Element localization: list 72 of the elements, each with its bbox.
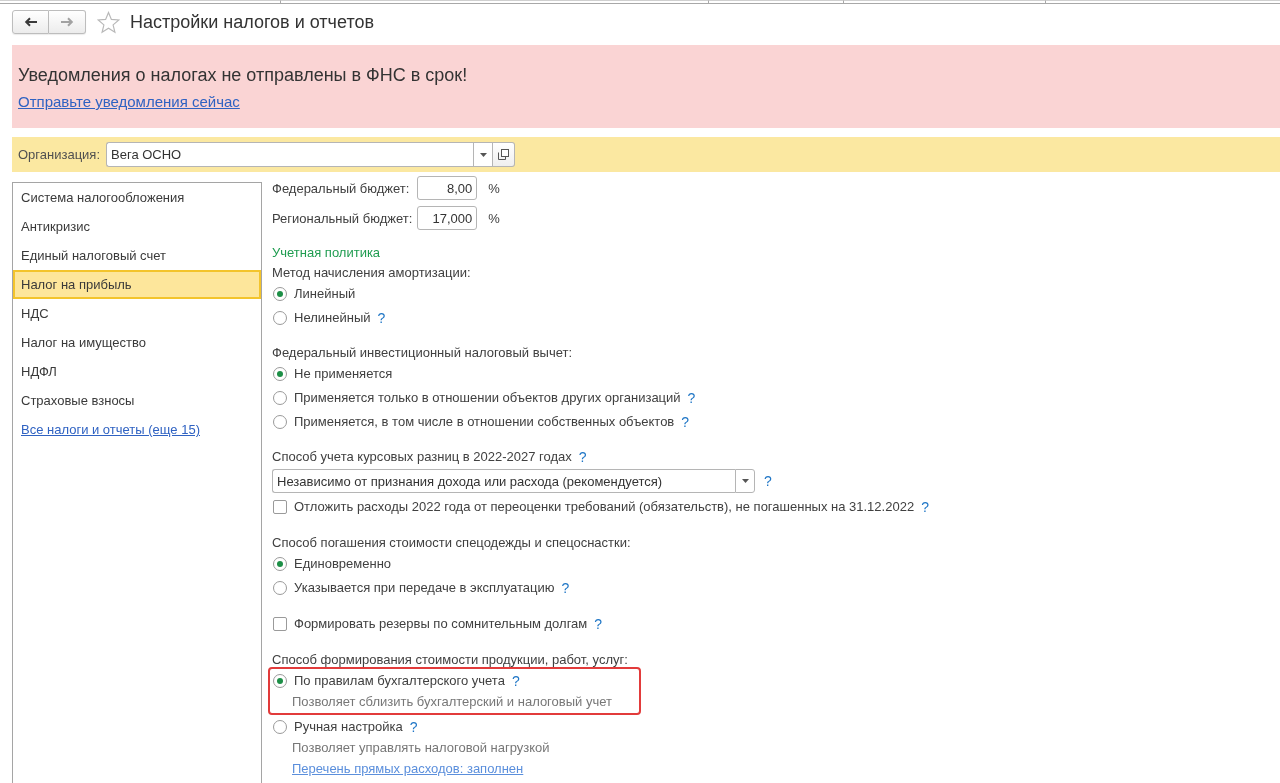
checkbox-label: Формировать резервы по сомнительным долгам	[294, 616, 588, 631]
radio-button[interactable]	[273, 556, 287, 571]
section-heading: Учетная политика	[272, 244, 381, 262]
sidebar-item[interactable]: НДС	[13, 299, 261, 328]
unit-label: %	[488, 180, 500, 196]
overlapping-squares-icon	[498, 149, 510, 160]
sidebar-item[interactable]: Система налогообложения	[13, 183, 261, 212]
radio-button[interactable]	[273, 673, 287, 688]
rate-label: Федеральный бюджет:	[272, 180, 410, 196]
help-link[interactable]: ?	[578, 448, 587, 465]
radio-label: Указывается при передаче в эксплуатацию	[294, 580, 555, 595]
radio-label: Не применяется	[294, 366, 393, 381]
back-button[interactable]	[12, 10, 49, 34]
help-link[interactable]: ?	[561, 579, 570, 596]
radio-label: По правилам бухгалтерского учета	[294, 673, 505, 688]
rate-label: Региональный бюджет:	[272, 210, 413, 226]
option-description: Позволяет управлять налоговой нагрузкой	[292, 740, 550, 755]
sidebar-item[interactable]: Единый налоговый счет	[13, 241, 261, 270]
open-button[interactable]	[493, 142, 516, 167]
radio-button[interactable]	[273, 286, 287, 301]
field-label: Способ погашения стоимости спецодежды и спецоснастки:	[272, 535, 631, 550]
all-taxes-link[interactable]: Все налоги и отчеты (еще 15)	[21, 415, 200, 444]
unit-label: %	[488, 210, 500, 226]
rate-input[interactable]: 17,000	[417, 206, 478, 230]
help-link[interactable]: ?	[511, 672, 520, 689]
direct-costs-link[interactable]: Перечень прямых расходов: заполнен	[292, 761, 524, 776]
page-title: Настройки налогов и отчетов	[130, 11, 374, 33]
radio-button[interactable]	[273, 580, 287, 595]
sidebar-item[interactable]: Антикризис	[13, 212, 261, 241]
help-link[interactable]: ?	[921, 498, 929, 515]
field-label: Метод начисления амортизации:	[272, 265, 471, 280]
sidebar-item[interactable]: Налог на прибыль	[13, 270, 261, 299]
dropdown-button[interactable]	[735, 469, 755, 493]
help-link[interactable]: ?	[764, 473, 772, 489]
sidebar-item[interactable]: Налог на имущество	[13, 328, 261, 357]
radio-label: Применяется только в отношении объектов других организаций	[294, 390, 681, 405]
arrow-left-icon	[24, 17, 37, 27]
help-link[interactable]: ?	[377, 309, 386, 326]
field-label: Способ учета курсовых разниц в 2022-2027 годах	[272, 449, 572, 464]
caret-icon	[741, 479, 749, 483]
rate-input[interactable]: 8,00	[417, 176, 478, 200]
help-link[interactable]: ?	[594, 615, 603, 632]
alert-message: Уведомления о налогах не отправлены в ФНС в срок!	[18, 64, 468, 86]
sidebar-item[interactable]: Страховые взносы	[13, 386, 261, 415]
dropdown-button[interactable]	[473, 142, 494, 167]
radio-label: Применяется, в том числе в отношении собственных объектов	[294, 414, 675, 429]
option-description: Позволяет сблизить бухгалтерский и налоговый учет	[292, 694, 612, 709]
arrow-right-icon	[60, 17, 74, 27]
checkbox-label: Отложить расходы 2022 года от переоценки требований (обязательств), не погашенных на 31.12.2022	[294, 499, 915, 514]
sidebar-item[interactable]: НДФЛ	[13, 357, 261, 386]
radio-button[interactable]	[273, 390, 287, 405]
organization-field[interactable]: Вега ОСНО	[106, 142, 474, 167]
radio-label: Нелинейный	[294, 310, 371, 325]
checkbox[interactable]	[273, 499, 287, 514]
select-field[interactable]: Независимо от признания дохода или расхода (рекомендуется)	[272, 469, 735, 493]
radio-label: Ручная настройка	[294, 719, 403, 734]
field-label: Способ формирования стоимости продукции, работ, услуг:	[272, 652, 628, 667]
radio-button[interactable]	[273, 719, 287, 734]
caret-icon	[479, 152, 487, 157]
radio-label: Единовременно	[294, 556, 392, 571]
radio-button[interactable]	[273, 414, 287, 429]
alert-link[interactable]: Отправьте уведомления сейчас	[18, 93, 240, 111]
field-label: Федеральный инвестиционный налоговый вычет:	[272, 345, 573, 360]
help-link[interactable]: ?	[409, 718, 418, 735]
help-link[interactable]: ?	[687, 389, 696, 406]
help-link[interactable]: ?	[681, 413, 690, 430]
radio-label: Линейный	[294, 286, 356, 301]
radio-button[interactable]	[273, 366, 287, 381]
organization-label: Организация:	[18, 147, 101, 162]
star-icon[interactable]	[97, 10, 120, 34]
radio-button[interactable]	[273, 310, 287, 325]
checkbox[interactable]	[273, 616, 287, 631]
